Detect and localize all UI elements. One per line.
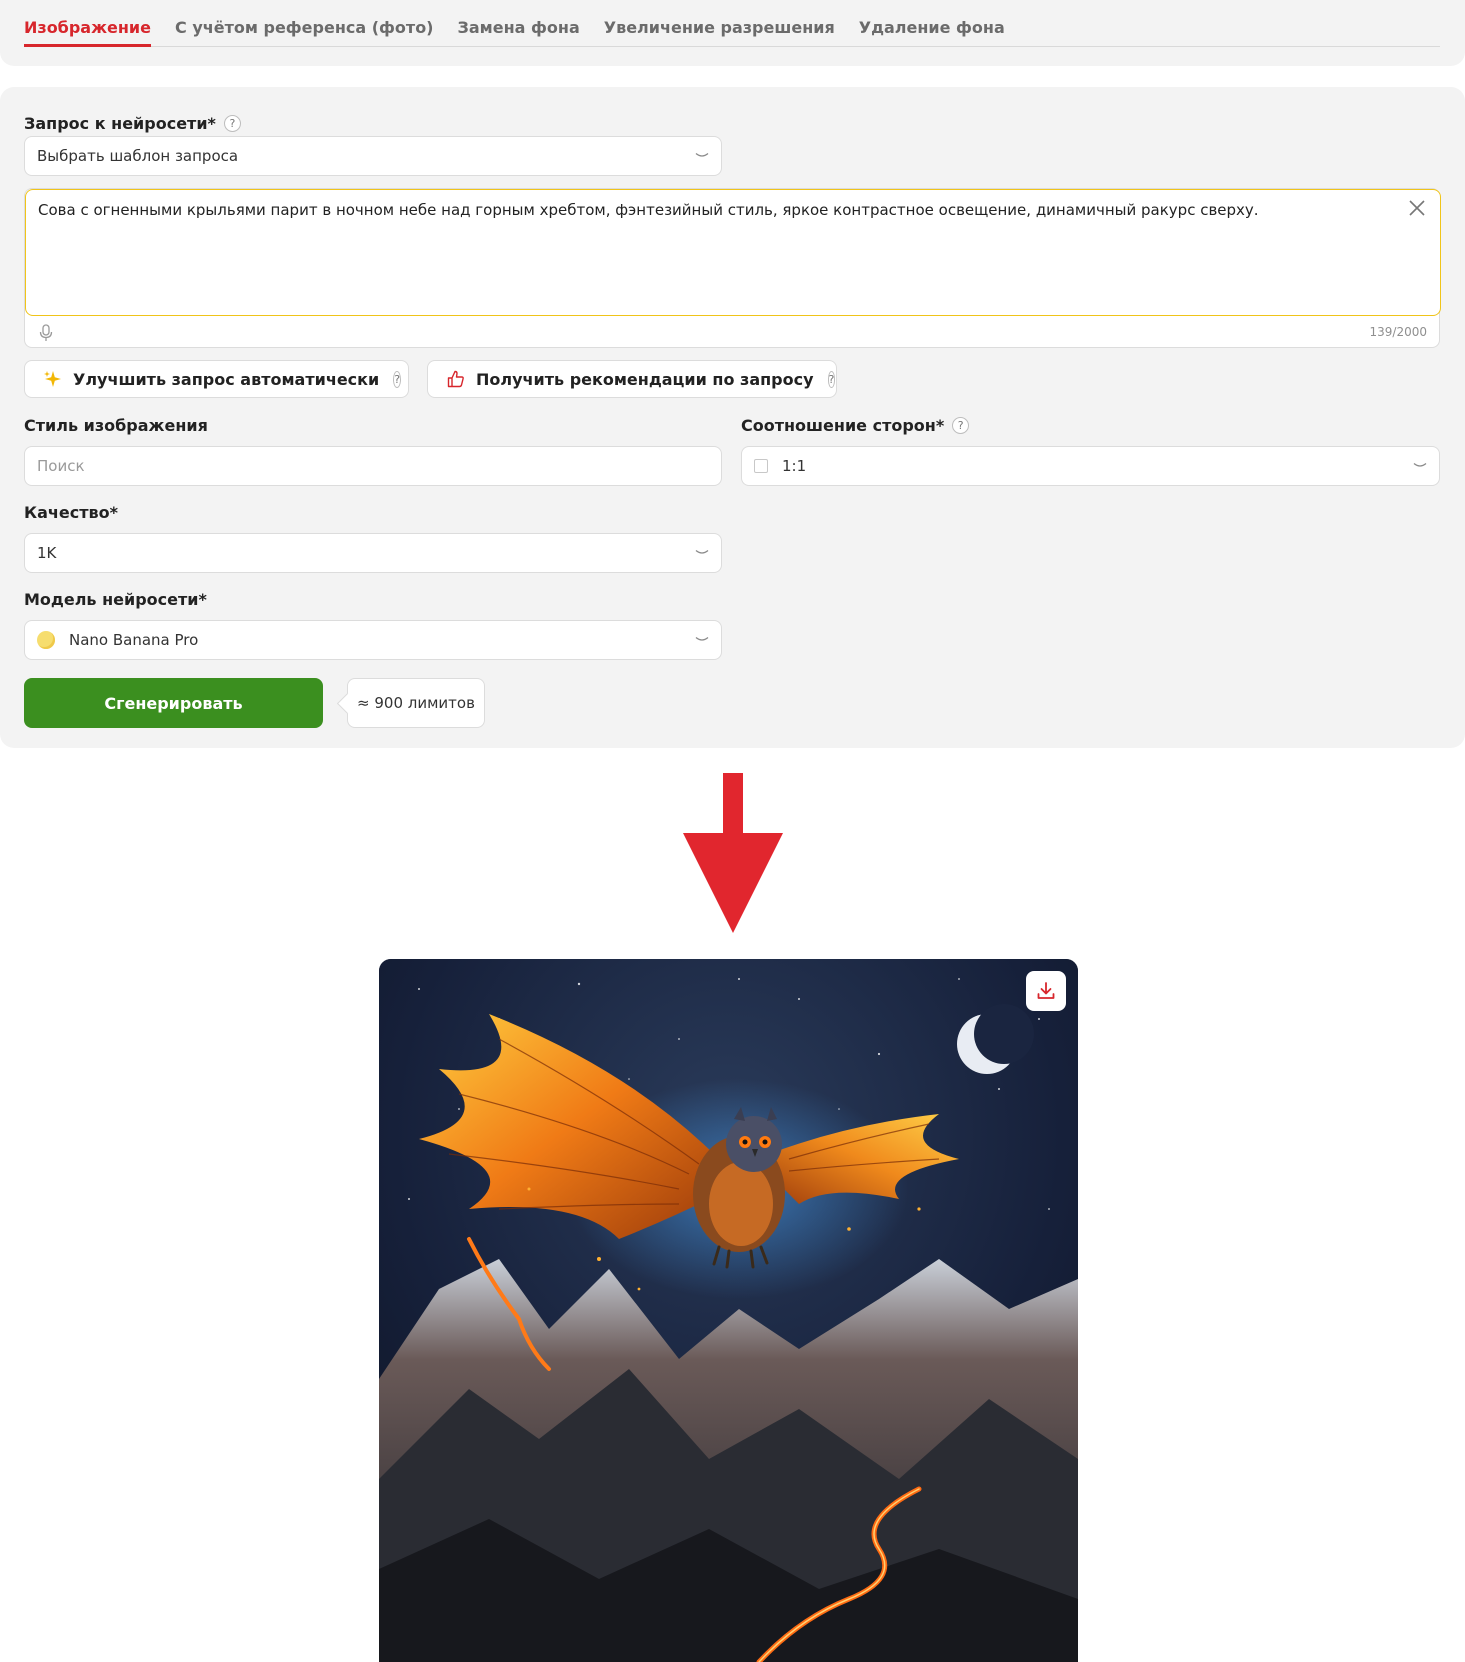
tab-bar: Изображение С учётом референса (фото) За… — [24, 16, 1440, 47]
tab-reference-photo[interactable]: С учётом референса (фото) — [175, 16, 434, 47]
tab-image[interactable]: Изображение — [24, 16, 151, 47]
prompt-label: Запрос к нейросети* — [24, 114, 216, 133]
microphone-icon[interactable] — [38, 324, 54, 342]
style-search-placeholder: Поиск — [37, 457, 85, 475]
chevron-down-icon — [695, 636, 709, 641]
chevron-down-icon — [695, 549, 709, 554]
download-button[interactable] — [1026, 971, 1066, 1011]
download-icon — [1037, 982, 1055, 999]
improve-help-icon[interactable]: ? — [393, 370, 402, 388]
cost-tooltip: ≈ 900 лимитов — [347, 678, 485, 728]
model-value: Nano Banana Pro — [69, 631, 199, 649]
sparkle-icon — [44, 371, 61, 387]
generate-button[interactable]: Сгенерировать — [24, 678, 323, 728]
arrow-down-icon — [683, 773, 783, 933]
banana-model-icon — [37, 631, 55, 649]
prompt-textarea[interactable]: Сова с огненными крыльями парит в ночном… — [25, 189, 1441, 316]
template-select-value: Выбрать шаблон запроса — [37, 147, 239, 165]
recommendations-help-icon[interactable]: ? — [827, 370, 836, 388]
aspect-label: Соотношение сторон* — [741, 416, 945, 435]
prompt-editor: Сова с огненными крыльями парит в ночном… — [24, 188, 1441, 348]
generate-label: Сгенерировать — [104, 693, 243, 713]
tab-background-replace[interactable]: Замена фона — [458, 16, 580, 47]
quality-label: Качество* — [24, 503, 118, 522]
style-search-input[interactable]: Поиск — [24, 446, 722, 486]
aspect-label-row: Соотношение сторон* ? — [741, 416, 970, 435]
quality-select[interactable]: 1K — [24, 533, 722, 573]
recommendations-button[interactable]: Получить рекомендации по запросу ? — [427, 360, 837, 398]
tab-upscale[interactable]: Увеличение разрешения — [604, 16, 835, 47]
improve-prompt-button[interactable]: Улучшить запрос автоматически ? — [24, 360, 409, 398]
recommendations-label: Получить рекомендации по запросу — [476, 369, 814, 389]
clear-prompt-icon[interactable] — [1407, 198, 1427, 218]
character-counter: 139/2000 — [1369, 325, 1428, 339]
prompt-help-icon[interactable]: ? — [223, 115, 241, 132]
model-select[interactable]: Nano Banana Pro — [24, 620, 722, 660]
prompt-label-row: Запрос к нейросети* ? — [24, 114, 241, 133]
chevron-down-icon — [695, 152, 709, 157]
aspect-help-icon[interactable]: ? — [952, 417, 970, 434]
cost-value: ≈ 900 лимитов — [357, 694, 475, 712]
aspect-select[interactable]: 1:1 — [741, 446, 1440, 486]
thumbs-up-icon — [447, 370, 464, 388]
generated-image[interactable] — [379, 959, 1078, 1662]
improve-prompt-label: Улучшить запрос автоматически — [73, 369, 380, 389]
tab-background-remove[interactable]: Удаление фона — [859, 16, 1005, 47]
square-ratio-icon — [754, 459, 768, 473]
prompt-text: Сова с огненными крыльями парит в ночном… — [38, 201, 1259, 219]
tabs-panel: Изображение С учётом референса (фото) За… — [0, 0, 1465, 66]
style-label: Стиль изображения — [24, 416, 208, 435]
quality-value: 1K — [37, 544, 57, 562]
fire-owl-illustration — [379, 959, 1078, 1662]
template-select[interactable]: Выбрать шаблон запроса — [24, 136, 722, 176]
model-label: Модель нейросети* — [24, 590, 207, 609]
chevron-down-icon — [1413, 462, 1427, 467]
aspect-value: 1:1 — [782, 457, 807, 475]
